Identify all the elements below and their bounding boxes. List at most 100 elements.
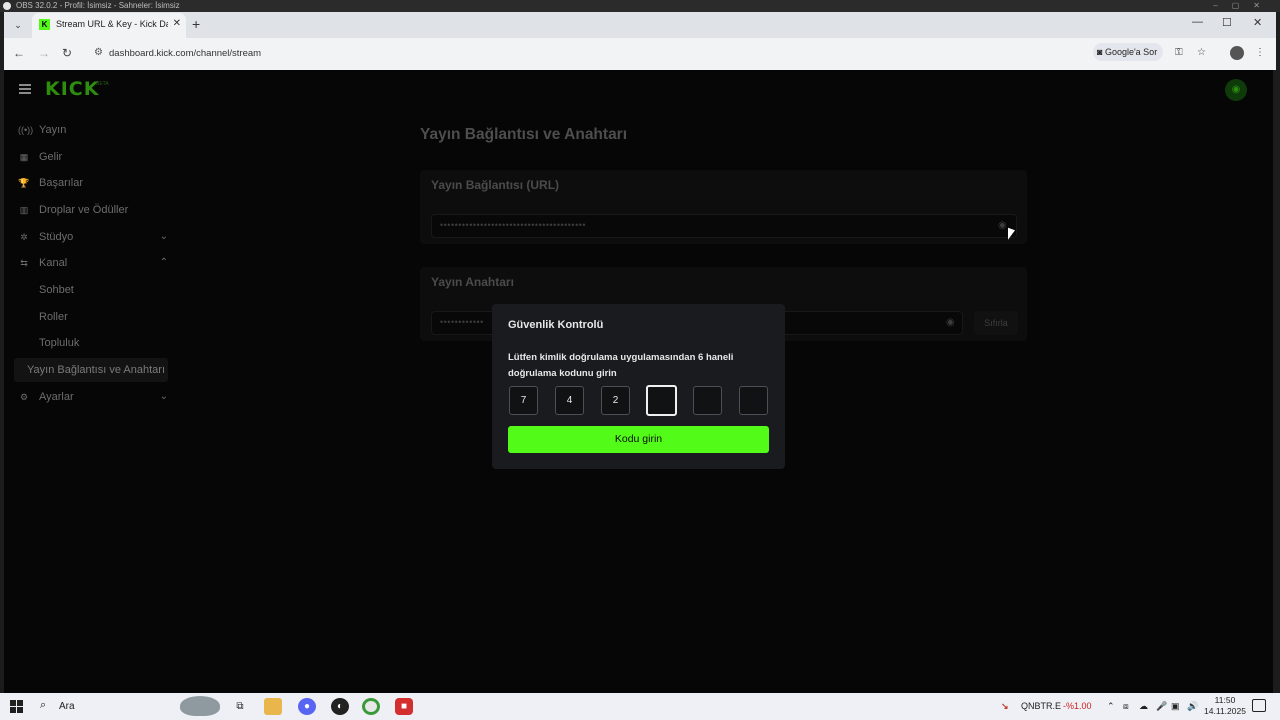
sidebar-item-label: Yayın Bağlantısı ve Anahtarı (27, 364, 165, 376)
chevron-down-icon: ⌄ (159, 391, 168, 402)
obs-window-controls[interactable]: –▢✕ (1213, 0, 1274, 12)
google-lens-icon: ◙ (1097, 47, 1105, 57)
stream-key-masked: •••••••••••• (440, 317, 484, 327)
kick-logo-badge: BETA (96, 81, 109, 87)
menu-kebab-icon[interactable]: ⋮ (1255, 47, 1265, 58)
minimize-icon[interactable]: — (1192, 16, 1203, 28)
drops-icon: ▥ (19, 205, 29, 215)
eye-icon[interactable]: ◉ (946, 317, 955, 328)
tab-title: Stream URL & Key - Kick Dashb (56, 19, 168, 29)
security-check-modal: Güvenlik Kontrolü Lütfen kimlik doğrulam… (492, 304, 785, 469)
obs-title: OBS 32.0.2 - Profil: İsimsiz - Sahneler:… (16, 1, 180, 10)
chrome-icon[interactable] (362, 698, 380, 715)
taskbar-search-text: Ara (59, 701, 75, 712)
sidebar-item-label: Topluluk (39, 337, 80, 349)
code-digit-3[interactable]: 2 (601, 386, 630, 415)
sidebar-item-stream-url-key[interactable]: Yayın Bağlantısı ve Anahtarı (14, 358, 168, 382)
sidebar-item-roller[interactable]: Roller (16, 305, 168, 329)
notification-center-icon[interactable] (1252, 699, 1266, 712)
sidebar-item-kanal[interactable]: ⇆ Kanal ⌃ (16, 251, 168, 275)
modal-instruction: Lütfen kimlik doğrulama uygulamasından 6… (508, 352, 734, 379)
code-digit-4[interactable] (646, 385, 677, 416)
hamburger-menu-icon[interactable] (19, 84, 31, 94)
search-icon: ⌕ (40, 699, 47, 711)
sidebar-item-yayin[interactable]: ((•)) Yayın (16, 118, 168, 142)
user-avatar[interactable]: ◉ (1225, 79, 1247, 101)
kick-logo[interactable]: KICK (45, 78, 99, 100)
clock-date: 14.11.2025 (1204, 706, 1246, 716)
file-explorer-icon[interactable] (264, 698, 282, 715)
stock-trend-icon: ↘ (1001, 701, 1009, 711)
sidebar-item-label: Yayın (39, 124, 67, 136)
discord-icon[interactable]: ● (298, 698, 316, 715)
sidebar-item-label: Roller (39, 311, 68, 323)
trophy-icon: 🏆 (18, 178, 30, 188)
page-title: Yayın Bağlantısı ve Anahtarı (420, 126, 628, 143)
submit-code-button[interactable]: Kodu girin (508, 426, 769, 453)
windows-start-icon[interactable] (10, 700, 23, 713)
tab-kick-dashboard[interactable]: K Stream URL & Key - Kick Dashb ✕ (32, 13, 186, 38)
taskbar-search[interactable]: ⌕ Ara (34, 693, 224, 720)
profile-avatar[interactable] (1230, 46, 1244, 60)
browser-window: ⌄ K Stream URL & Key - Kick Dashb ✕ + — … (4, 12, 1276, 70)
browser-toolbar: ← → ↻ ⚙ dashboard.kick.com/channel/strea… (4, 38, 1276, 70)
stream-url-card: Yayın Bağlantısı (URL) •••••••••••••••••… (420, 170, 1027, 244)
obs-title-bar: OBS 32.0.2 - Profil: İsimsiz - Sahneler:… (0, 0, 1280, 12)
app-red-icon[interactable]: ■ (395, 698, 413, 715)
sidebar-item-studyo[interactable]: ✲ Stüdyo ⌄ (16, 225, 168, 249)
sidebar-item-label: Kanal (39, 257, 68, 269)
cloud-icon[interactable]: ☁ (1139, 701, 1148, 712)
password-key-icon[interactable]: ⚿ (1175, 47, 1183, 58)
code-digit-1[interactable]: 7 (509, 386, 538, 415)
ticker-name[interactable]: QNBTR.E (1021, 701, 1061, 711)
stream-url-field[interactable]: ••••••••••••••••••••••••••••••••••••••••… (431, 214, 1017, 238)
display-icon[interactable]: ▣ (1171, 701, 1180, 712)
obs-icon[interactable]: ◐ (331, 698, 349, 715)
microphone-icon[interactable]: 🎤 (1156, 701, 1167, 712)
taskbar-clock[interactable]: 11:50 14.11.2025 (1203, 695, 1247, 717)
back-arrow-icon[interactable]: ← (13, 46, 25, 60)
sidebar-item-label: Gelir (39, 151, 63, 163)
code-digit-6[interactable] (739, 386, 768, 415)
sidebar-item-topluluk[interactable]: Topluluk (16, 331, 168, 355)
chevron-down-icon: ⌄ (159, 231, 168, 242)
maximize-icon[interactable]: ☐ (1222, 16, 1232, 29)
task-view-icon[interactable]: ⧉ (231, 698, 249, 715)
address-bar[interactable]: ⚙ dashboard.kick.com/channel/stream (88, 42, 1198, 66)
broadcast-icon: ((•)) (18, 125, 34, 135)
mouse-cursor-icon (1008, 227, 1015, 243)
stream-url-title: Yayın Bağlantısı (URL) (431, 178, 560, 192)
gear-icon: ⚙ (19, 392, 29, 402)
sidebar-item-basarilar[interactable]: 🏆 Başarılar (16, 171, 168, 195)
site-info-icon[interactable]: ⚙ (94, 47, 103, 58)
code-digit-2[interactable]: 4 (555, 386, 584, 415)
tab-strip: ⌄ K Stream URL & Key - Kick Dashb ✕ + — … (4, 12, 1276, 38)
close-window-icon[interactable]: ✕ (1253, 16, 1262, 29)
new-tab-plus-icon[interactable]: + (192, 16, 200, 32)
forward-arrow-icon[interactable]: → (38, 46, 50, 60)
sidebar-item-sohbet[interactable]: Sohbet (16, 278, 168, 302)
google-ask-button[interactable]: ◙ Google'a Sor (1093, 43, 1164, 61)
network-icon[interactable]: ⧈ (1123, 701, 1129, 712)
sidebar-item-gelir[interactable]: ▦ Gelir (16, 145, 168, 169)
sidebar-item-ayarlar[interactable]: ⚙ Ayarlar ⌄ (16, 385, 168, 409)
sidebar-item-label: Stüdyo (39, 231, 74, 243)
sidebar-item-label: Sohbet (39, 284, 74, 296)
chevron-up-icon: ⌃ (159, 257, 168, 268)
speaker-icon[interactable]: 🔊 (1187, 701, 1198, 712)
sidebar-item-label: Başarılar (39, 177, 84, 189)
reset-key-button[interactable]: Sıfırla (974, 311, 1018, 335)
stream-url-masked: •••••••••••••••••••••••••••••••••••••••• (440, 220, 587, 230)
sidebar-item-droplar[interactable]: ▥ Droplar ve Ödüller (16, 198, 168, 222)
tab-close-icon[interactable]: ✕ (173, 18, 181, 29)
code-digit-5[interactable] (693, 386, 722, 415)
ticker-change: -%1.00 (1063, 701, 1092, 711)
tray-chevron-up-icon[interactable]: ⌃ (1107, 701, 1115, 712)
google-ask-label: Google'a Sor (1104, 47, 1158, 57)
studio-icon: ✲ (20, 232, 28, 242)
eye-icon[interactable]: ◉ (998, 220, 1007, 231)
reload-icon[interactable]: ↻ (62, 46, 72, 60)
address-url[interactable]: dashboard.kick.com/channel/stream (109, 48, 261, 59)
bookmark-star-icon[interactable]: ☆ (1197, 47, 1206, 58)
tab-search-chevron-icon[interactable]: ⌄ (10, 17, 26, 33)
